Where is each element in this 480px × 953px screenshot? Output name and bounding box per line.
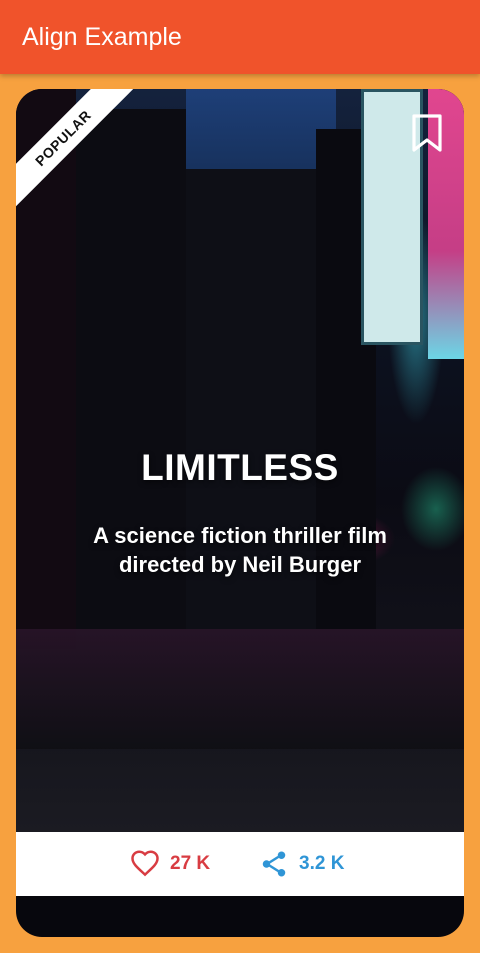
bookmark-outline-icon[interactable] (410, 113, 444, 153)
share-button[interactable]: 3.2 K (259, 832, 344, 896)
movie-title: LIMITLESS (141, 447, 339, 488)
card-action-bar: 27 K 3.2 K (16, 832, 464, 896)
movie-card[interactable]: POPULAR LIMITLESS A science fiction thri… (16, 89, 464, 937)
movie-description: A science fiction thriller film directed… (93, 523, 387, 577)
app-bar-title: Align Example (22, 22, 182, 51)
likes-count: 27 K (170, 853, 211, 874)
app-bar: Align Example (0, 0, 480, 74)
share-icon (262, 851, 286, 877)
likes-button[interactable]: 27 K (130, 832, 210, 896)
heart-outline-icon (131, 850, 159, 877)
street-crowd (16, 629, 464, 749)
shares-count: 3.2 K (299, 853, 345, 874)
